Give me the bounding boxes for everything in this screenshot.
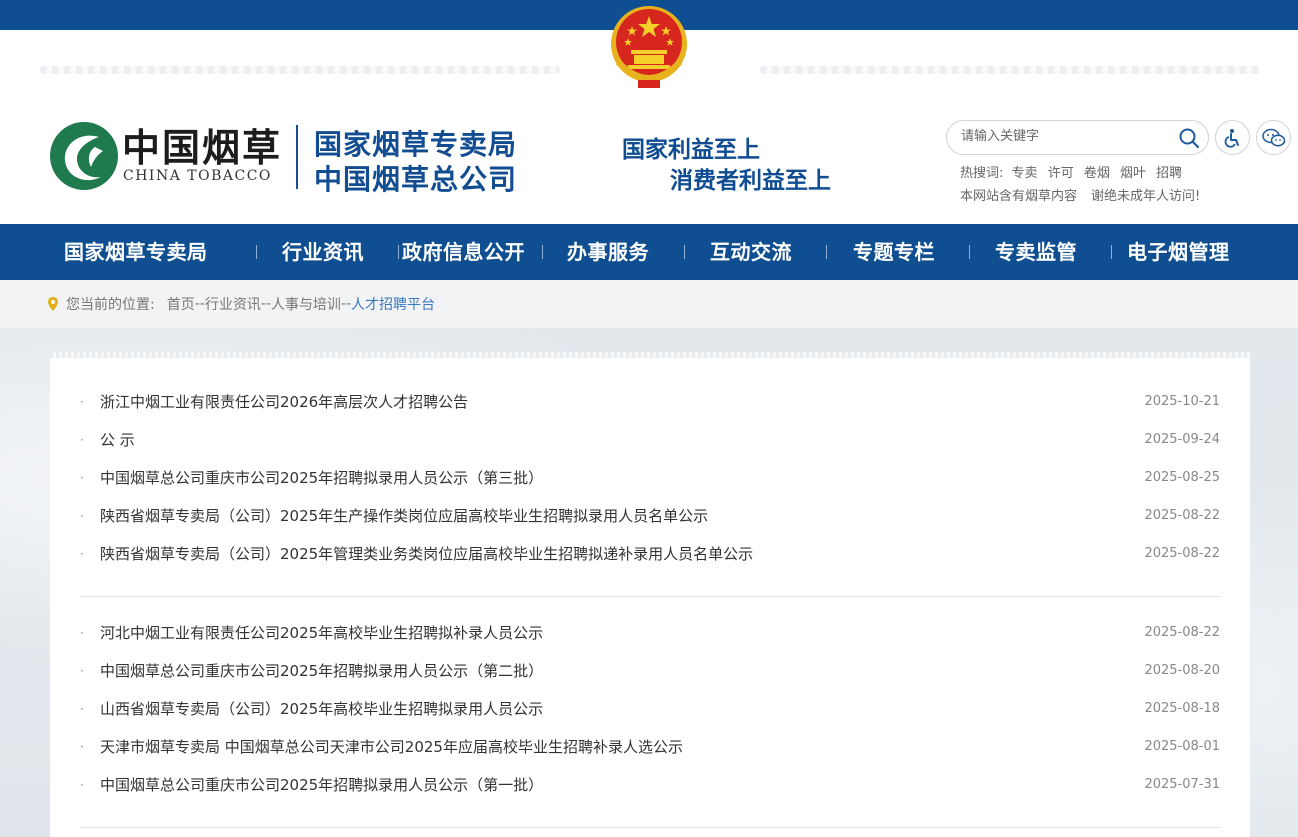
nav-item-industry-news[interactable]: 行业资讯 [282,224,364,280]
bullet: · [80,664,84,678]
breadcrumb-label: 您当前的位置: [66,297,155,313]
national-emblem-icon [611,6,687,88]
nav-separator [1111,245,1112,259]
notice-line1: 本网站含有烟草内容 [960,189,1078,204]
hot-keyword[interactable]: 卷烟 [1084,166,1110,181]
article-date: 2025-08-20 [1144,663,1220,678]
article-date: 2025-10-21 [1144,394,1220,409]
article-list-group2: · 河北中烟工业有限责任公司2025年高校毕业生招聘拟补录人员公示 2025-08-… [80,614,1220,804]
nav-item-monopoly-supervision[interactable]: 专卖监管 [995,224,1077,280]
list-item[interactable]: · 公 示 2025-09-24 [80,421,1220,459]
nav-separator [398,245,399,259]
bullet: · [80,471,84,485]
article-title[interactable]: 天津市烟草专卖局 中国烟草总公司天津市公司2025年应届高校毕业生招聘补录人选公… [100,728,683,766]
bullet: · [80,547,84,561]
nav-item-services[interactable]: 办事服务 [567,224,649,280]
search-input[interactable] [961,129,1171,144]
breadcrumb-separator: -- [340,296,352,312]
article-date: 2025-08-22 [1144,625,1220,640]
accessibility-icon [1224,128,1239,148]
breadcrumb-industry-news[interactable]: 行业资讯 [205,294,261,314]
bullet: · [80,433,84,447]
article-date: 2025-08-01 [1144,739,1220,754]
hot-keyword[interactable]: 许可 [1048,166,1074,181]
bullet: · [80,509,84,523]
breadcrumb-current[interactable]: 人才招聘平台 [351,294,435,314]
article-title[interactable]: 中国烟草总公司重庆市公司2025年招聘拟录用人员公示（第一批） [100,766,543,804]
article-title[interactable]: 山西省烟草专卖局（公司）2025年高校毕业生招聘拟录用人员公示 [100,690,543,728]
article-title[interactable]: 陕西省烟草专卖局（公司）2025年生产操作类岗位应届高校毕业生招聘拟录用人员名单… [100,497,708,535]
article-date: 2025-08-18 [1144,701,1220,716]
hot-keyword[interactable]: 专卖 [1012,166,1038,181]
article-date: 2025-08-25 [1144,470,1220,485]
logo-english-text: CHINA TOBACCO [123,168,272,184]
article-date: 2025-08-22 [1144,508,1220,523]
list-divider [80,596,1220,597]
nav-separator [826,245,827,259]
search-box [946,120,1209,155]
list-item[interactable]: · 中国烟草总公司重庆市公司2025年招聘拟录用人员公示（第二批） 2025-08-… [80,652,1220,690]
org-name-line2: 中国烟草总公司 [314,163,518,196]
wechat-icon [1261,128,1285,146]
bullet: · [80,626,84,640]
breadcrumb: 您当前的位置: 首页 -- 行业资讯 -- 人事与培训 -- 人才招聘平台 [48,294,435,314]
slogan-line2: 消费者利益至上 [670,168,831,194]
nav-item-topics[interactable]: 专题专栏 [853,224,935,280]
bullet: · [80,740,84,754]
bullet: · [80,702,84,716]
breadcrumb-home[interactable]: 首页 [167,294,195,314]
list-item[interactable]: · 中国烟草总公司重庆市公司2025年招聘拟录用人员公示（第一批） 2025-07-… [80,766,1220,804]
article-title[interactable]: 河北中烟工业有限责任公司2025年高校毕业生招聘拟补录人员公示 [100,614,543,652]
nav-separator [256,245,257,259]
hot-search: 热搜词: 专卖 许可 卷烟 烟叶 招聘 [960,162,1188,181]
bullet: · [80,395,84,409]
nav-item-gov-info[interactable]: 政府信息公开 [402,224,525,280]
nav-item-interaction[interactable]: 互动交流 [710,224,792,280]
list-item[interactable]: · 陕西省烟草专卖局（公司）2025年生产操作类岗位应届高校毕业生招聘拟录用人员名… [80,497,1220,535]
article-date: 2025-09-24 [1144,432,1220,447]
breadcrumb-separator: -- [194,296,205,312]
list-item[interactable]: · 陕西省烟草专卖局（公司）2025年管理类业务类岗位应届高校毕业生招聘拟递补录用… [80,535,1220,573]
china-tobacco-logo [50,122,118,190]
wechat-button[interactable] [1256,120,1291,155]
nav-separator [542,245,543,259]
org-name-line1: 国家烟草专卖局 [314,128,518,161]
hot-keyword[interactable]: 招聘 [1156,166,1182,181]
list-item[interactable]: · 河北中烟工业有限责任公司2025年高校毕业生招聘拟补录人员公示 2025-08-… [80,614,1220,652]
list-item[interactable]: · 中国烟草总公司重庆市公司2025年招聘拟录用人员公示（第三批） 2025-08-… [80,459,1220,497]
logo-chinese-text: 中国烟草 [122,126,283,170]
main-nav: 国家烟草专卖局 行业资讯 政府信息公开 办事服务 互动交流 专题专栏 专卖监管 … [0,224,1298,280]
article-title[interactable]: 陕西省烟草专卖局（公司）2025年管理类业务类岗位应届高校毕业生招聘拟递补录用人… [100,535,753,573]
article-title[interactable]: 中国烟草总公司重庆市公司2025年招聘拟录用人员公示（第三批） [100,459,543,497]
search-icon[interactable] [1178,127,1200,149]
decor-pattern-left [40,66,560,74]
nav-separator [969,245,970,259]
article-date: 2025-07-31 [1144,777,1220,792]
hot-search-label: 热搜词: [960,166,1004,181]
notice-line2: 谢绝未成年人访问! [1091,189,1201,204]
nav-item-e-cigarette[interactable]: 电子烟管理 [1127,224,1230,280]
article-date: 2025-08-22 [1144,546,1220,561]
accessibility-button[interactable] [1215,120,1250,155]
minor-notice: 本网站含有烟草内容 谢绝未成年人访问! [960,185,1200,204]
decor-pattern-right [760,66,1260,74]
list-divider [80,827,1220,828]
bullet: · [80,778,84,792]
article-list-group1: · 浙江中烟工业有限责任公司2026年高层次人才招聘公告 2025-10-21 · 公… [80,383,1220,573]
list-item[interactable]: · 山西省烟草专卖局（公司）2025年高校毕业生招聘拟录用人员公示 2025-08-… [80,690,1220,728]
nav-separator [684,245,685,259]
list-item[interactable]: · 天津市烟草专卖局 中国烟草总公司天津市公司2025年应届高校毕业生招聘补录人选… [80,728,1220,766]
panel-top-border [50,352,1250,358]
article-title[interactable]: 公 示 [100,421,135,459]
breadcrumb-separator: -- [260,296,271,312]
logo-divider [296,125,298,189]
slogan-line1: 国家利益至上 [622,137,760,163]
list-item[interactable]: · 浙江中烟工业有限责任公司2026年高层次人才招聘公告 2025-10-21 [80,383,1220,421]
breadcrumb-hr-training[interactable]: 人事与培训 [271,294,341,314]
hot-keyword[interactable]: 烟叶 [1120,166,1146,181]
article-title[interactable]: 浙江中烟工业有限责任公司2026年高层次人才招聘公告 [100,383,468,421]
article-title[interactable]: 中国烟草总公司重庆市公司2025年招聘拟录用人员公示（第二批） [100,652,543,690]
location-pin-icon [48,297,58,311]
nav-item-bureau[interactable]: 国家烟草专卖局 [64,224,208,280]
